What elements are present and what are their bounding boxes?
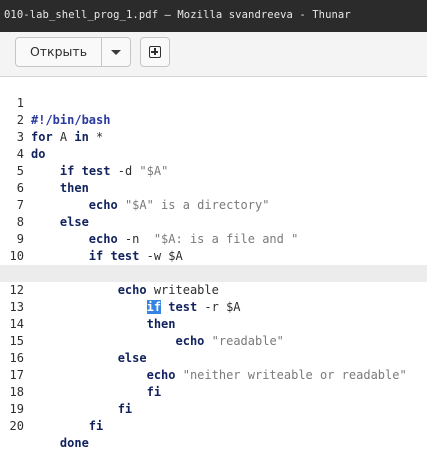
code-line: 4 if test -d "$A" (0, 129, 427, 178)
code-line: 1 #!/bin/bash (0, 78, 427, 127)
code-line: 3 do (0, 112, 427, 161)
code-line: 6 echo "$A" is a directory" (0, 163, 427, 212)
open-button[interactable]: Открыть (16, 38, 102, 66)
window-title: 010-lab_shell_prog_1.pdf — Mozilla svand… (4, 9, 351, 21)
code-line: 9 if test -w $A (0, 214, 427, 263)
code-line-current: 12 if test -r $A (0, 265, 427, 314)
code-line: 5 then (0, 146, 427, 195)
code-line: 11 echo writeable (0, 248, 427, 297)
code-line: 17 fi (0, 350, 427, 399)
code-line: 8 echo -n "$A: is a file and " (0, 197, 427, 246)
chevron-down-icon[interactable] (102, 38, 130, 66)
code-line: 20 done (0, 401, 427, 450)
line-text: done (59, 436, 89, 450)
add-box-icon (149, 46, 161, 58)
code-line: 14 echo "readable" (0, 299, 427, 348)
code-line: 10 then (0, 231, 427, 280)
open-split-button: Открыть (15, 37, 131, 67)
window-titlebar: 010-lab_shell_prog_1.pdf — Mozilla svand… (0, 0, 427, 32)
code-line: 7 else (0, 180, 427, 229)
code-line: 19 fi (0, 384, 427, 433)
toolbar-divider (0, 76, 427, 77)
code-line: 2 for A in * (0, 95, 427, 144)
code-line: 16 echo "neither writeable or readable" (0, 333, 427, 382)
code-line: 18 fi (0, 367, 427, 416)
code-editor[interactable]: 1 #!/bin/bash 2 for A in * 3 do 4 if tes… (0, 78, 427, 450)
new-tab-button[interactable] (140, 37, 170, 67)
code-line: 15 else (0, 316, 427, 365)
code-line: 13 then (0, 282, 427, 331)
